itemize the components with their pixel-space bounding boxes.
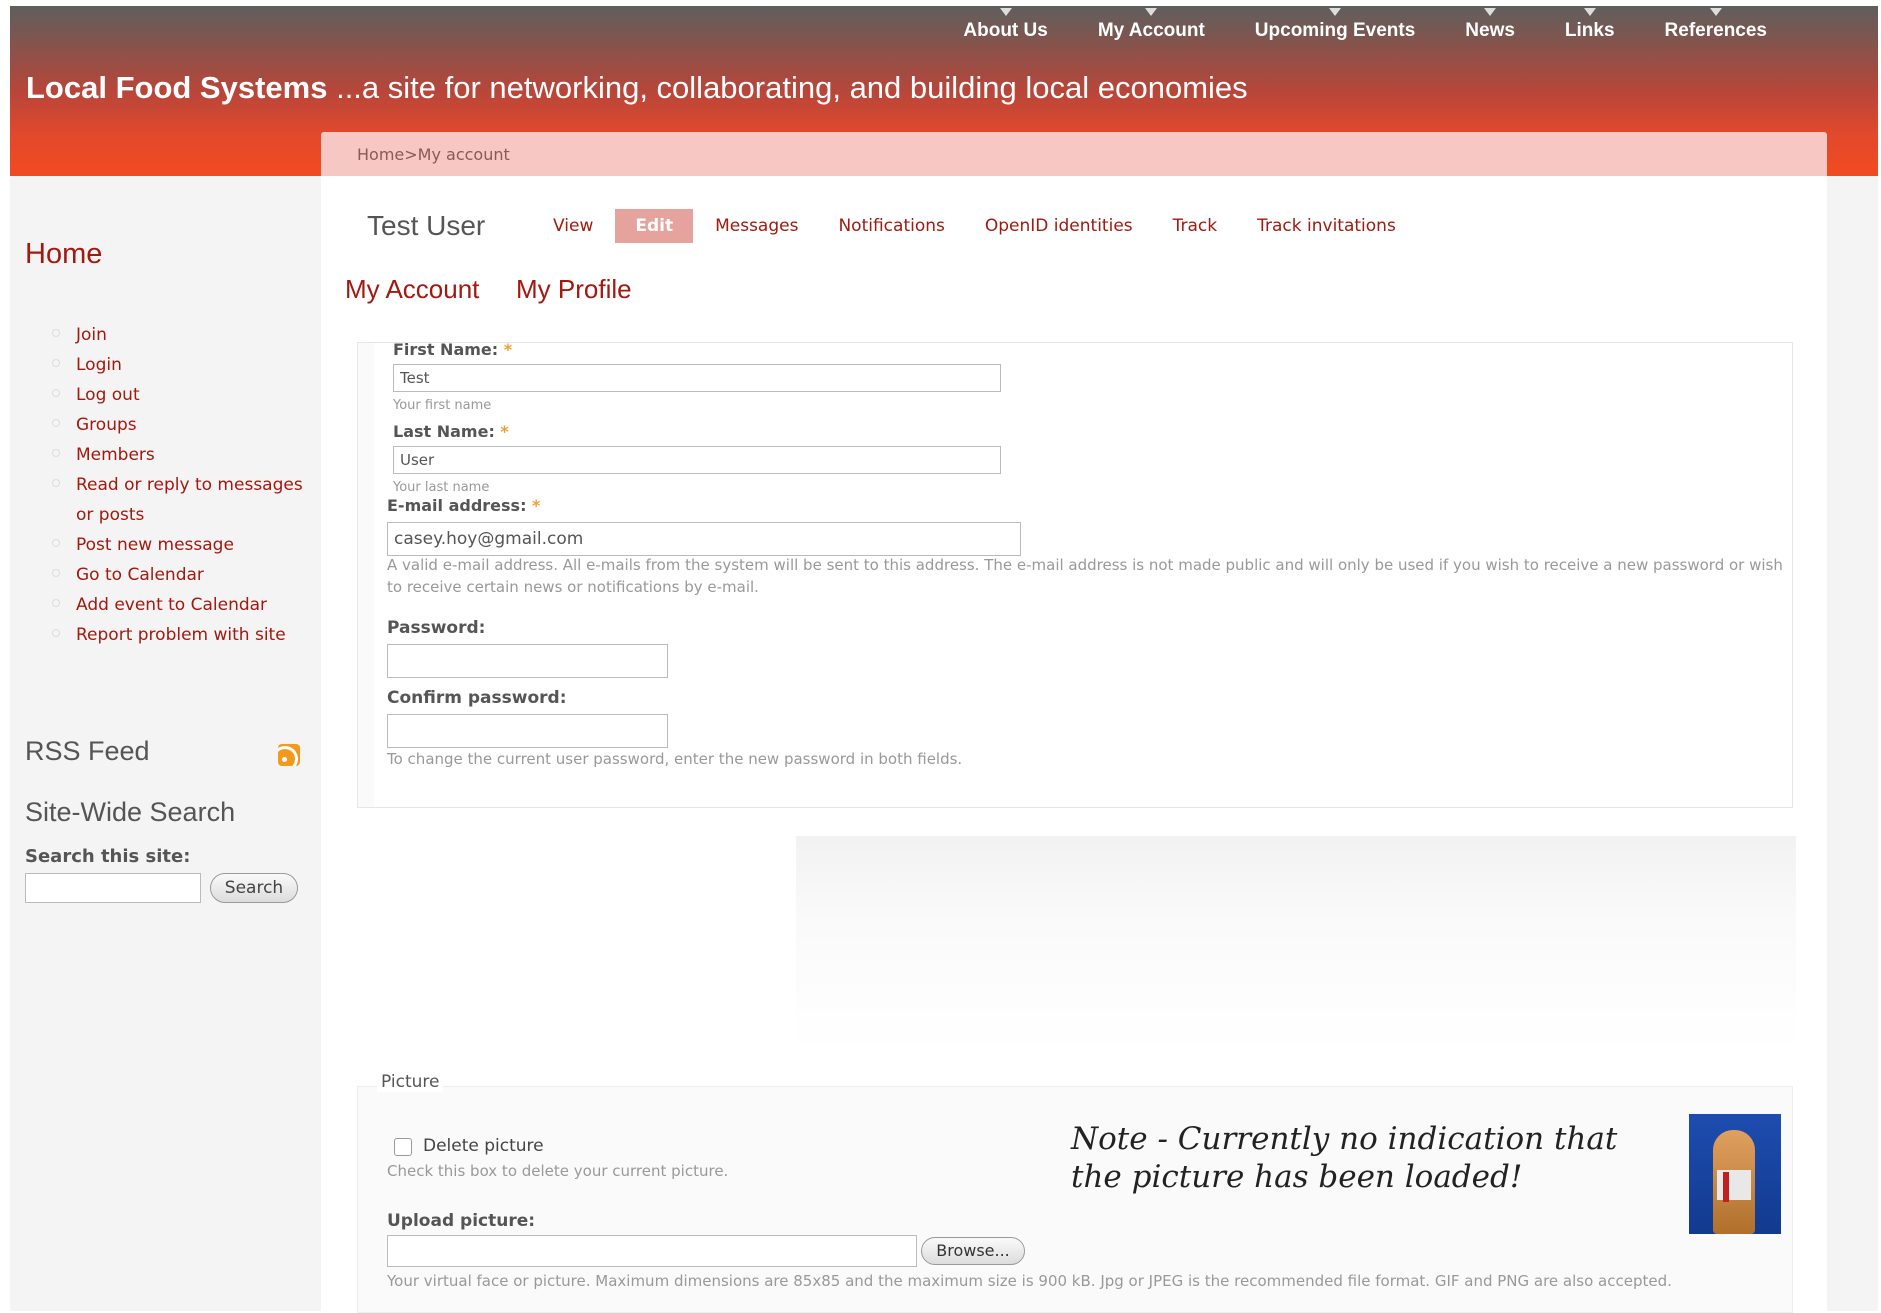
password-label: Password: <box>387 618 486 638</box>
subtab-bar: My Account My Profile <box>321 256 907 314</box>
required-mark: * <box>503 340 513 359</box>
first-name-desc: Your first name <box>393 398 492 413</box>
last-name-label: Last Name: * <box>393 422 509 441</box>
subtab-my-account[interactable]: My Account <box>345 274 479 305</box>
top-nav: About Us My Account Upcoming Events News… <box>938 8 1792 42</box>
sidebar-item-post-message[interactable]: Post new message <box>10 530 316 560</box>
breadcrumb-bar: Home>My account <box>321 132 1827 176</box>
site-title: Local Food Systems ...a site for network… <box>26 70 1248 106</box>
nav-upcoming-events[interactable]: Upcoming Events <box>1230 8 1440 42</box>
tab-notifications[interactable]: Notifications <box>818 209 964 243</box>
user-avatar <box>1689 1114 1781 1234</box>
main-content: Test User View Edit Messages Notificatio… <box>321 176 1827 1313</box>
email-label-text: E-mail address: <box>387 496 527 515</box>
first-name-label-text: First Name: <box>393 340 499 359</box>
rss-heading: RSS Feed <box>25 736 150 766</box>
browse-button[interactable]: Browse... <box>921 1237 1025 1265</box>
tab-openid[interactable]: OpenID identities <box>965 209 1153 243</box>
tab-bar: View Edit Messages Notifications OpenID … <box>533 209 1416 243</box>
tab-track-invitations[interactable]: Track invitations <box>1237 209 1416 243</box>
tab-edit[interactable]: Edit <box>615 209 694 243</box>
upload-picture-label: Upload picture: <box>387 1211 536 1231</box>
password-field[interactable] <box>387 644 668 678</box>
search-label: Search this site: <box>25 846 191 867</box>
nav-my-account[interactable]: My Account <box>1073 8 1230 42</box>
rss-icon[interactable] <box>278 744 300 766</box>
confirm-password-field[interactable] <box>387 714 668 748</box>
last-name-desc: Your last name <box>393 480 490 495</box>
nav-news[interactable]: News <box>1440 8 1540 42</box>
sidebar-item-report-problem[interactable]: Report problem with site <box>10 620 316 650</box>
sidebar: Home Join Login Log out Groups Members R… <box>10 176 320 1311</box>
upload-picture-desc: Your virtual face or picture. Maximum di… <box>387 1272 1672 1290</box>
subtab-my-profile[interactable]: My Profile <box>516 274 632 305</box>
sidebar-item-groups[interactable]: Groups <box>10 410 316 440</box>
email-label: E-mail address: * <box>387 496 540 515</box>
sidebar-item-members[interactable]: Members <box>10 440 316 470</box>
last-name-field[interactable]: User <box>393 446 1001 474</box>
site-name[interactable]: Local Food Systems <box>26 70 327 105</box>
first-name-label: First Name: * <box>393 340 512 359</box>
nav-links[interactable]: Links <box>1540 8 1640 42</box>
password-desc: To change the current user password, ent… <box>387 750 963 768</box>
annotation-note: Note - Currently no indication that the … <box>1071 1121 1618 1195</box>
sidebar-item-read-reply[interactable]: Read or reply to messages or posts <box>10 470 316 530</box>
tab-track[interactable]: Track <box>1153 209 1237 243</box>
delete-picture-desc: Check this box to delete your current pi… <box>387 1162 729 1180</box>
search-button[interactable]: Search <box>210 873 298 903</box>
page-title: Test User <box>367 210 486 241</box>
nav-about-us[interactable]: About Us <box>938 8 1072 42</box>
email-desc: A valid e-mail address. All e-mails from… <box>387 556 1783 596</box>
page: About Us My Account Upcoming Events News… <box>10 6 1878 1313</box>
email-field[interactable]: casey.hoy@gmail.com <box>387 522 1021 556</box>
sidebar-item-calendar[interactable]: Go to Calendar <box>10 560 316 590</box>
sidebar-menu: Join Login Log out Groups Members Read o… <box>10 320 316 650</box>
sidebar-item-add-event[interactable]: Add event to Calendar <box>10 590 316 620</box>
upload-picture-field[interactable] <box>387 1235 917 1267</box>
search-heading: Site-Wide Search <box>25 797 236 827</box>
empty-fieldset <box>796 836 1796 1054</box>
breadcrumb[interactable]: Home>My account <box>357 145 510 164</box>
required-mark: * <box>500 422 509 441</box>
required-mark: * <box>532 496 541 515</box>
confirm-password-label: Confirm password: <box>387 688 567 708</box>
delete-picture-label[interactable]: Delete picture <box>423 1136 544 1156</box>
sidebar-item-logout[interactable]: Log out <box>10 380 316 410</box>
first-name-field[interactable]: Test <box>393 364 1001 392</box>
search-input[interactable] <box>25 873 201 903</box>
sidebar-home-heading[interactable]: Home <box>25 238 102 271</box>
tab-messages[interactable]: Messages <box>695 209 818 243</box>
sidebar-item-join[interactable]: Join <box>10 320 316 350</box>
nav-references[interactable]: References <box>1640 8 1792 42</box>
delete-picture-checkbox[interactable] <box>394 1138 412 1156</box>
site-tagline: ...a site for networking, collaborating,… <box>327 70 1248 105</box>
sidebar-item-login[interactable]: Login <box>10 350 316 380</box>
picture-legend: Picture <box>377 1072 444 1092</box>
tab-view[interactable]: View <box>533 209 613 243</box>
last-name-label-text: Last Name: <box>393 422 495 441</box>
avatar-stripe <box>1723 1172 1729 1202</box>
